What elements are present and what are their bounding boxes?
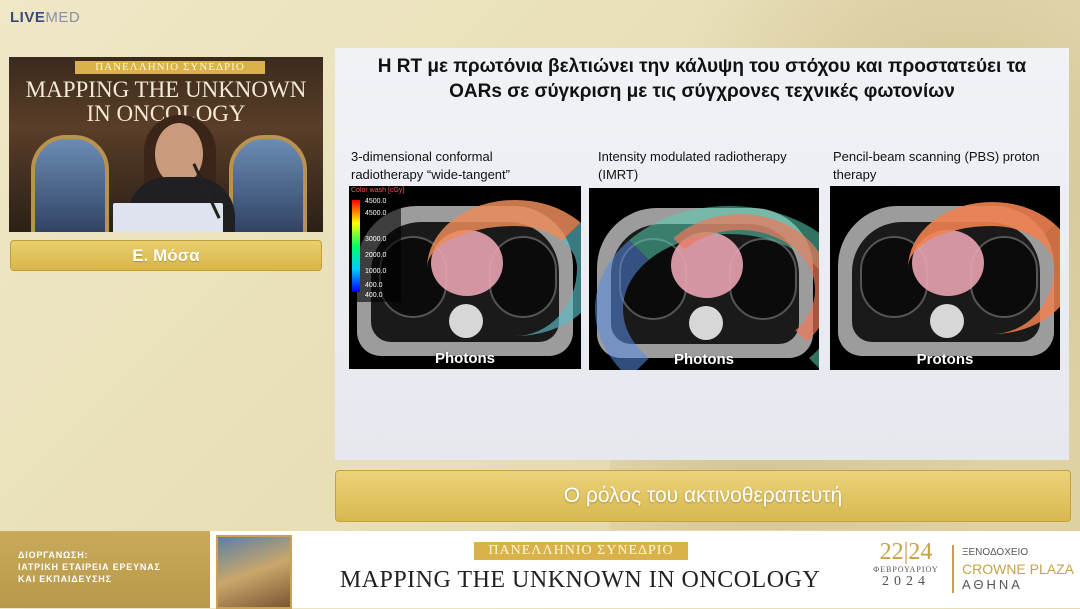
colorbar-tick: 1000.0 [365,268,387,275]
lectern-laptop [113,203,223,232]
speaker-name: Ε. Μόσα [10,240,322,271]
scan-label: Protons [916,351,974,368]
colorbar-title: Color wash [cGy] [351,187,405,194]
colorbar-tick: 3000.0 [365,236,387,243]
dose-wash-high [649,214,819,366]
scan-label: Photons [435,350,495,367]
presentation-slide: Η RT με πρωτόνια βελτιώνει την κάλυψη το… [335,48,1069,460]
stained-glass-arch [31,135,109,232]
date-days: 22|24 [879,539,933,565]
colorbar-gradient [352,200,360,292]
footer: ΔΙΟΡΓΑΝΩΣΗ: ΙΑΤΡΙΚΗ ΕΤΑΙΡΕΙΑ ΕΡΕΥΝΑΣ ΚΑΙ… [0,531,1080,609]
speaker-video: ΠΑΝΕΛΛΗΝΙΟ ΣΥΝΕΔΡΙΟ MAPPING THE UNKNOWN … [9,57,323,232]
colorbar-tick: 400.0 [365,282,383,289]
date-block: 22|24 ΦΕΒΡΟΥΑΡΙΟΥ 2024 [866,539,946,590]
panel-caption-pbs: Pencil-beam scanning (PBS) proton therap… [833,149,1040,182]
subtitle-bar: Ο ρόλος του ακτινοθεραπευτή [335,470,1071,522]
conference-title: MAPPING THE UNKNOWN IN ONCOLOGY [339,567,821,593]
logo-live: LIVE [10,9,46,26]
logo-med: MED [45,9,81,26]
colorbar-tick: 2000.0 [365,252,387,259]
video-title-line1: MAPPING THE UNKNOWN [25,77,307,102]
venue-type: ΞΕΝΟΔΟΧΕΙΟ [962,547,1029,558]
date-year: 2024 [882,574,930,589]
organizer-name-line1: ΙΑΤΡΙΚΗ ΕΤΑΙΡΕΙΑ ΕΡΕΥΝΑΣ [18,562,161,572]
colorbar-tick: 4500.0 [365,198,387,205]
date-month: ΦΕΒΡΟΥΑΡΙΟΥ [873,565,939,574]
organizer-name-line2: ΚΑΙ ΕΚΠΑΙΔΕΥΣΗΣ [18,574,112,584]
dose-colorbar: Color wash [cGy] 4500.0 4500.0 3000.0 20… [349,186,405,302]
organizer-label: ΔΙΟΡΓΑΝΩΣΗ: [18,550,89,560]
colorbar-tick: 4500.0 [365,210,387,217]
video-banner: ΠΑΝΕΛΛΗΝΙΟ ΣΥΝΕΔΡΙΟ [75,61,265,74]
livemed-logo[interactable]: LIVEMED [10,9,80,26]
venue-block: ΞΕΝΟΔΟΧΕΙΟ CROWNE PLAZA ΑΘΗΝΑ [952,545,1080,593]
stained-glass-arch [229,135,307,232]
speaker-head [155,123,203,185]
footer-banner: ΠΑΝΕΛΛΗΝΙΟ ΣΥΝΕΔΡΙΟ [474,542,688,560]
ct-scan-imrt: Photons [589,188,819,370]
ct-scan-3dcrt: Color wash [cGy] 4500.0 4500.0 3000.0 20… [349,186,581,369]
venue-city: ΑΘΗΝΑ [962,577,1023,592]
ct-scan-pbs: Protons [830,186,1060,370]
colorbar-tick: 400.0 [365,292,383,299]
slide-title: Η RT με πρωτόνια βελτιώνει την κάλυψη το… [377,56,1027,102]
panel-caption-3dcrt: 3-dimensional conformal radiotherapy “wi… [351,149,510,182]
panel-caption-imrt: Intensity modulated radiotherapy (IMRT) [598,149,787,182]
venue-name: CROWNE PLAZA [962,561,1075,577]
organizer-block: ΔΙΟΡΓΑΝΩΣΗ: ΙΑΤΡΙΚΗ ΕΤΑΙΡΕΙΑ ΕΡΕΥΝΑΣ ΚΑΙ… [0,531,210,608]
conference-artwork [216,535,292,609]
scan-label: Photons [674,351,734,368]
